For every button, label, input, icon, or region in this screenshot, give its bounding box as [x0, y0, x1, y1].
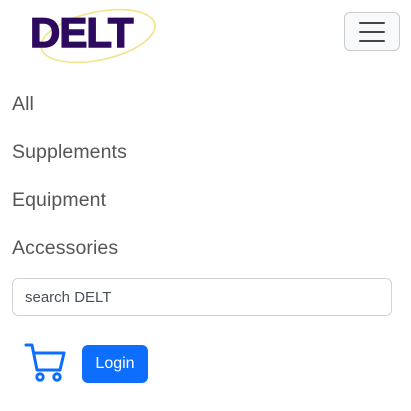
delt-logo-icon: DELT: [29, 8, 156, 64]
nav-item-supplements[interactable]: Supplements: [12, 128, 127, 176]
menu-toggle-button[interactable]: [344, 12, 400, 51]
nav-item-accessories[interactable]: Accessories: [12, 224, 127, 272]
login-button[interactable]: Login: [82, 345, 148, 383]
search-input[interactable]: [12, 278, 392, 316]
nav-list: All Supplements Equipment Accessories: [12, 80, 127, 272]
nav-item-equipment[interactable]: Equipment: [12, 176, 127, 224]
navbar: DELT All Supplements Equipment Accessori…: [0, 0, 411, 411]
cart-button[interactable]: [23, 340, 67, 384]
shopping-cart-icon: [24, 343, 66, 382]
hamburger-menu-icon: [359, 21, 385, 42]
brand-logo[interactable]: DELT: [28, 0, 160, 70]
logo-text: DELT: [30, 9, 134, 56]
nav-item-all[interactable]: All: [12, 80, 127, 128]
